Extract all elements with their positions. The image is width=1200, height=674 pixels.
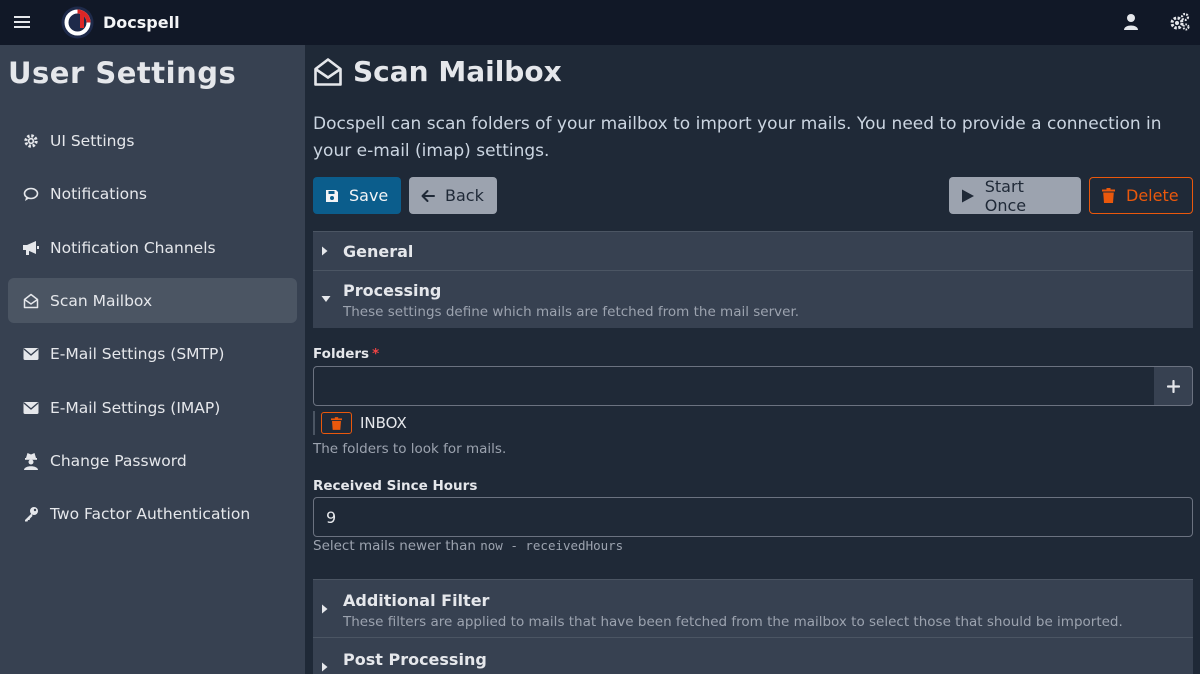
folder-list-item: INBOX [313, 411, 407, 435]
sidebar-item-label: Two Factor Authentication [50, 504, 251, 523]
sidebar-item-label: Notification Channels [50, 238, 216, 257]
top-bar: Docspell [0, 0, 1200, 45]
sidebar-item-email-smtp[interactable]: E-Mail Settings (SMTP) [8, 331, 297, 376]
main-content: Scan Mailbox Docspell can scan folders o… [313, 45, 1193, 674]
folders-input[interactable] [313, 366, 1193, 406]
trash-icon [331, 416, 342, 430]
envelope-icon [22, 345, 40, 363]
section-title: Post Processing [343, 650, 487, 669]
start-once-label: Start Once [984, 176, 1027, 215]
save-icon [325, 188, 341, 204]
caret-right-icon [322, 662, 328, 672]
save-button-label: Save [349, 186, 389, 205]
folders-help: The folders to look for mails. [313, 441, 507, 457]
back-button[interactable]: Back [409, 177, 497, 214]
section-general[interactable]: General [313, 231, 1193, 270]
caret-down-icon [321, 296, 331, 302]
section-description: These filters are applied to mails that … [343, 614, 1123, 630]
received-since-label: Received Since Hours [313, 478, 478, 494]
comment-icon [22, 185, 40, 203]
received-since-input[interactable] [313, 497, 1193, 537]
play-icon [961, 188, 977, 204]
remove-folder-button[interactable] [321, 412, 352, 434]
section-post-processing[interactable]: Post Processing [313, 637, 1193, 674]
envelope-open-icon [22, 292, 40, 310]
app-name[interactable]: Docspell [103, 13, 180, 32]
section-title: Additional Filter [343, 591, 490, 610]
help-code: now - receivedHours [480, 538, 624, 553]
trash-icon [1102, 188, 1118, 204]
key-icon [22, 505, 40, 523]
arrow-left-icon [421, 188, 437, 204]
section-additional-filter[interactable]: Additional Filter These filters are appl… [313, 579, 1193, 637]
envelope-open-icon [314, 57, 342, 86]
help-text: Select mails newer than [313, 538, 476, 554]
hamburger-icon[interactable] [14, 13, 30, 31]
folder-list-divider [313, 411, 315, 435]
sidebar-item-change-password[interactable]: Change Password [8, 438, 297, 483]
start-once-button[interactable]: Start Once [949, 176, 1081, 215]
add-folder-button[interactable] [1154, 366, 1193, 406]
caret-right-icon [322, 604, 328, 614]
sidebar-item-label: E-Mail Settings (IMAP) [50, 398, 221, 417]
page-title-text: Scan Mailbox [353, 55, 562, 88]
sidebar-item-label: Notifications [50, 184, 148, 203]
sidebar-item-label: Scan Mailbox [50, 291, 153, 310]
page-title: Scan Mailbox [313, 55, 562, 88]
sidebar-item-notifications[interactable]: Notifications [8, 171, 297, 216]
user-icon[interactable] [1121, 12, 1141, 32]
folder-name: INBOX [360, 414, 407, 432]
sidebar-item-label: E-Mail Settings (SMTP) [50, 344, 225, 363]
section-title: General [343, 242, 414, 261]
back-button-label: Back [445, 186, 484, 205]
sidebar: User Settings UI Settings Notifications … [0, 45, 305, 674]
received-since-help: Select mails newer than now - receivedHo… [313, 538, 623, 554]
bullhorn-icon [22, 239, 40, 257]
delete-button[interactable]: Delete [1089, 177, 1193, 214]
sidebar-item-label: UI Settings [50, 131, 135, 150]
cogs-icon[interactable] [1169, 12, 1191, 32]
envelope-icon [22, 399, 40, 417]
sidebar-item-two-factor-auth[interactable]: Two Factor Authentication [8, 491, 297, 536]
required-mark: * [372, 346, 380, 362]
caret-right-icon [322, 246, 328, 256]
sidebar-item-email-imap[interactable]: E-Mail Settings (IMAP) [8, 385, 297, 430]
save-button[interactable]: Save [313, 177, 401, 214]
section-title: Processing [343, 281, 442, 300]
cog-icon [22, 132, 40, 150]
folders-label-text: Folders [313, 346, 370, 362]
sidebar-item-scan-mailbox[interactable]: Scan Mailbox [8, 278, 297, 323]
intro-text: Docspell can scan folders of your mailbo… [313, 114, 1162, 161]
sidebar-item-notification-channels[interactable]: Notification Channels [8, 225, 297, 270]
sidebar-item-ui-settings[interactable]: UI Settings [8, 118, 297, 163]
docspell-logo[interactable] [61, 6, 94, 39]
sidebar-title: User Settings [8, 56, 237, 90]
sidebar-item-label: Change Password [50, 451, 187, 470]
plus-icon [1166, 379, 1180, 393]
section-description: These settings define which mails are fe… [343, 304, 800, 320]
delete-button-label: Delete [1126, 186, 1179, 205]
user-secret-icon [22, 452, 40, 470]
section-processing[interactable]: Processing These settings define which m… [313, 270, 1193, 328]
folders-label: Folders * [313, 346, 379, 362]
